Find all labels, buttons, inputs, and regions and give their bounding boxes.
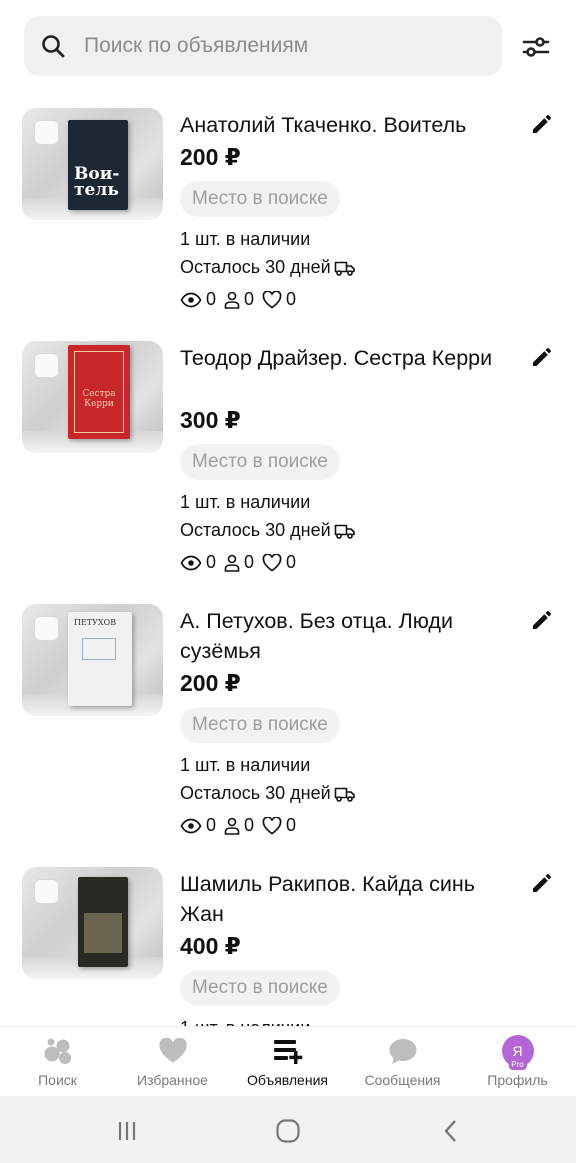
listing-price: 400 ₽ [180,933,241,959]
days-left-row: Осталось 30 дней [180,257,356,278]
listing-price: 300 ₽ [180,407,241,433]
listing-card[interactable]: Вои-тель Анатолий Ткаченко. Воитель 200 … [0,108,576,348]
stock-count: 1 шт. в наличии [180,229,311,249]
listing-stats: 0 0 0 [180,289,304,310]
listing-price: 200 ₽ [180,670,241,696]
select-checkbox[interactable] [34,120,59,145]
listing-photo[interactable]: ПЕТУХОВ [22,604,163,716]
days-left-row: Осталось 30 дней [180,520,356,541]
eye-icon [180,555,202,570]
listing-stats: 0 0 0 [180,552,304,573]
contacts-count: 0 [244,289,255,309]
edit-icon[interactable] [530,112,554,136]
chat-bubble-icon [389,1039,416,1064]
person-icon [224,291,240,309]
stock-count: 1 шт. в наличии [180,492,311,512]
heart-outline-icon [262,290,282,309]
tab-label: Поиск [38,1072,77,1088]
listing-photo[interactable]: Вои-тель [22,108,163,220]
avatar-letter: Я [512,1043,523,1059]
book-cover: Вои-тель [68,120,128,210]
listing-title[interactable]: Теодор Драйзер. Сестра Керри [180,343,520,373]
place-in-search-chip[interactable]: Место в поиске [180,970,340,1006]
days-left: Осталось 30 дней [180,783,331,803]
home-icon[interactable] [273,1116,303,1146]
search-tab-icon [44,1038,71,1064]
listing-card[interactable]: ПЕТУХОВ А. Петухов. Без отца. Люди сузём… [0,604,576,844]
book-cover: ПЕТУХОВ [68,612,132,706]
search-bar[interactable]: Поиск по объявлениям [24,16,502,76]
person-icon [224,554,240,572]
select-checkbox[interactable] [34,616,59,641]
system-navigation-bar [0,1096,576,1163]
tab-label: Профиль [487,1072,548,1088]
edit-icon[interactable] [530,345,554,369]
heart-icon [158,1038,187,1063]
heart-outline-icon [262,816,282,835]
tab-label: Избранное [137,1072,208,1088]
pro-badge: Pro [508,1060,527,1070]
recent-apps-icon[interactable] [112,1116,142,1146]
tab-messages[interactable]: Сообщения [345,1035,460,1088]
book-cover: Сестра Керри [68,345,130,439]
edit-icon[interactable] [530,871,554,895]
eye-icon [180,292,202,307]
edit-icon[interactable] [530,608,554,632]
eye-icon [180,818,202,833]
contacts-count: 0 [244,552,255,572]
stock-count: 1 шт. в наличии [180,755,311,775]
place-in-search-chip[interactable]: Место в поиске [180,444,340,480]
listings-add-icon [273,1040,302,1064]
days-left: Осталось 30 дней [180,520,331,540]
listing-photo[interactable]: Сестра Керри [22,341,163,453]
views-count: 0 [206,552,217,572]
listing-title[interactable]: А. Петухов. Без отца. Люди сузёмья [180,606,520,666]
listing-price: 200 ₽ [180,144,241,170]
contacts-count: 0 [244,815,255,835]
tab-favorites[interactable]: Избранное [115,1035,230,1088]
delivery-truck-icon [334,524,355,539]
favorites-count: 0 [286,552,297,572]
bottom-tab-bar: Поиск Избранное Объявления Сообщения Я P… [0,1026,576,1096]
place-in-search-chip[interactable]: Место в поиске [180,707,340,743]
listing-stats: 0 0 0 [180,815,304,836]
sliders-icon [522,37,550,57]
listing-title[interactable]: Шамиль Ракипов. Кайда синь Жан [180,869,520,929]
listing-card[interactable]: Сестра Керри Теодор Драйзер. Сестра Керри… [0,341,576,581]
person-icon [224,817,240,835]
back-icon[interactable] [436,1116,466,1146]
delivery-truck-icon [334,261,355,276]
views-count: 0 [206,289,217,309]
tab-label: Сообщения [364,1072,441,1088]
tab-profile[interactable]: Я Pro Профиль [460,1035,575,1088]
avatar: Я Pro [501,1035,534,1070]
select-checkbox[interactable] [34,353,59,378]
views-count: 0 [206,815,217,835]
search-input[interactable]: Поиск по объявлениям [84,34,308,58]
days-left-row: Осталось 30 дней [180,783,356,804]
place-in-search-chip[interactable]: Место в поиске [180,181,340,217]
favorites-count: 0 [286,289,297,309]
days-left: Осталось 30 дней [180,257,331,277]
delivery-truck-icon [334,787,355,802]
heart-outline-icon [262,553,282,572]
favorites-count: 0 [286,815,297,835]
book-cover [78,877,128,967]
tab-listings[interactable]: Объявления [230,1035,345,1088]
select-checkbox[interactable] [34,879,59,904]
tab-label: Объявления [247,1072,328,1088]
tab-search[interactable]: Поиск [0,1035,115,1088]
filter-button[interactable] [520,32,552,62]
search-icon [42,35,65,58]
listing-photo[interactable] [22,867,163,979]
listing-title[interactable]: Анатолий Ткаченко. Воитель [180,110,520,140]
